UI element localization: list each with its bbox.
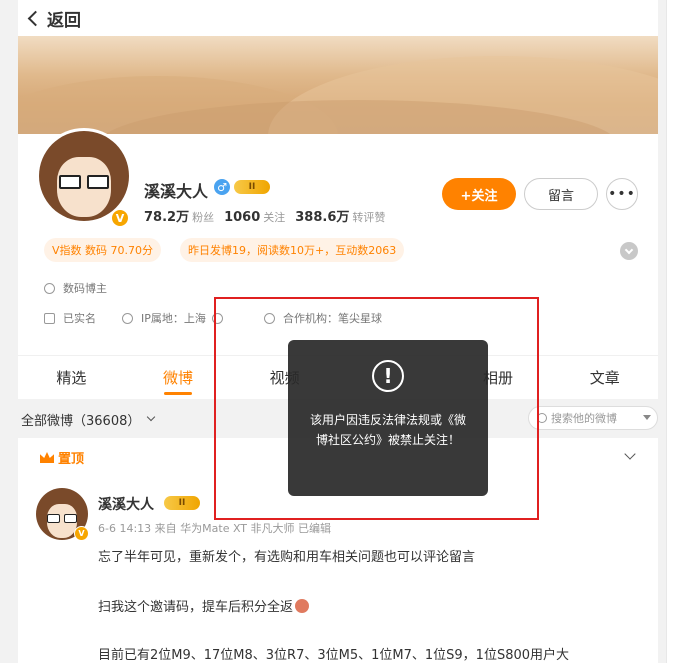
tab-featured[interactable]: 精选	[18, 356, 125, 399]
stat-interactions[interactable]: 388.6万 转评赞	[295, 206, 385, 225]
tab-articles[interactable]: 文章	[551, 356, 658, 399]
post-text-line: 目前已有2位M9、17位M8、3位R7、3位M5、1位M7、1位S9，1位S80…	[98, 648, 570, 663]
stat-fans[interactable]: 78.2万 粉丝	[144, 206, 214, 225]
toast-dialog: ! 该用户因违反法律法规或《微博社区公约》被禁止关注！	[288, 340, 488, 496]
more-options-button[interactable]: •••	[606, 178, 638, 210]
post-vip-badge-icon: II	[164, 496, 200, 510]
post-author-name[interactable]: 溪溪大人	[98, 494, 154, 514]
profile-name: 溪溪大人	[144, 182, 209, 201]
post-verified-badge-icon: V	[74, 526, 89, 541]
agency-icon	[264, 312, 275, 324]
follow-button[interactable]: +关注	[442, 178, 516, 210]
v-index-tag[interactable]: V指数 数码 70.70分	[44, 238, 162, 262]
back-chevron-icon[interactable]	[27, 10, 44, 27]
right-sidebar-edge	[666, 0, 683, 663]
verified-badge-icon: V	[110, 208, 130, 228]
info-agency: 合作机构：笔尖星球	[264, 310, 382, 326]
back-button[interactable]: 返回	[47, 6, 81, 31]
expand-chevron-icon[interactable]	[620, 242, 638, 260]
pinned-label: 置顶	[40, 448, 84, 467]
warning-icon: !	[372, 360, 404, 392]
male-gender-icon: ♂	[214, 179, 230, 195]
search-icon	[537, 413, 547, 423]
cover-banner	[18, 36, 658, 134]
stat-following[interactable]: 1060 关注	[224, 206, 285, 225]
post-text-line: 扫我这个邀请码，提车后积分全返	[98, 596, 310, 615]
all-posts-filter[interactable]: 全部微博（36608）	[21, 410, 140, 429]
post-search-input[interactable]: 搜索他的微博	[528, 406, 658, 430]
post-menu-chevron-icon[interactable]	[624, 448, 636, 460]
tab-weibo[interactable]: 微博	[125, 356, 232, 399]
chevron-down-icon[interactable]	[147, 412, 156, 422]
emoji-icon	[295, 599, 310, 613]
dropdown-arrow-icon[interactable]	[643, 415, 651, 420]
post-text-line: 忘了半年可见，重新发个，有选购和用车相关问题也可以评论留言	[98, 550, 476, 565]
help-icon[interactable]	[211, 312, 223, 324]
top-bar: 返回	[18, 0, 658, 36]
left-margin	[0, 0, 8, 663]
activity-tag[interactable]: 昨日发博19，阅读数10万+，互动数2063	[180, 238, 405, 262]
message-button[interactable]: 留言	[524, 178, 598, 210]
shield-icon	[44, 282, 55, 294]
id-card-icon	[44, 312, 55, 324]
location-icon	[122, 312, 133, 324]
info-category: 数码博主	[44, 280, 107, 296]
info-real-name: 已实名	[44, 310, 96, 326]
crown-icon	[40, 452, 54, 463]
post-meta: 6-6 14:13 来自 华为Mate XT 非凡大师 已编辑	[98, 522, 332, 535]
vip-badge-icon: II	[234, 180, 270, 194]
info-ip: IP属地：上海	[122, 310, 231, 326]
profile-stats: 78.2万 粉丝 1060 关注 388.6万 转评赞	[144, 206, 385, 225]
toast-message: 该用户因违反法律法规或《微博社区公约》被禁止关注！	[309, 413, 466, 447]
